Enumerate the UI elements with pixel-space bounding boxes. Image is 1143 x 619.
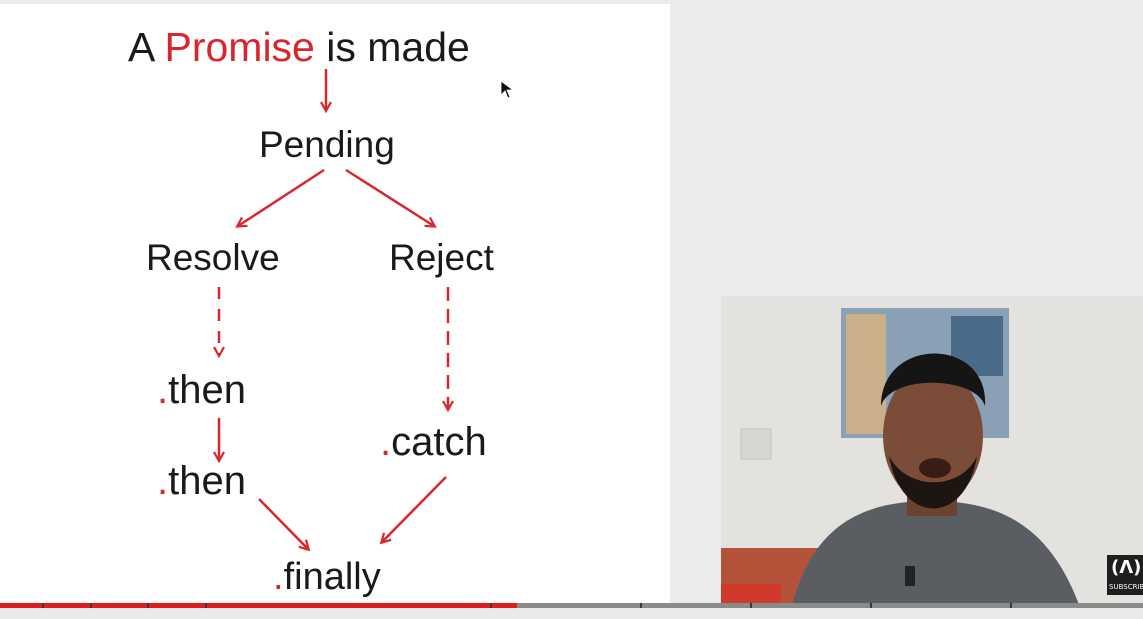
catch-node: .catch [380, 422, 487, 462]
finally-node: .finally [273, 558, 381, 596]
mouse-cursor-icon [500, 80, 515, 99]
then-2-label: then [168, 459, 246, 503]
subscribe-label: SUBSCRIBE [1109, 583, 1143, 591]
then-1-label: then [168, 368, 246, 412]
arrow-then-to-finally [258, 498, 308, 549]
then-node-1: .then [157, 370, 246, 410]
webcam-overlay [721, 296, 1143, 610]
catch-label: catch [391, 420, 487, 464]
presenter-video-icon [721, 296, 1143, 610]
pending-node: Pending [259, 124, 395, 165]
finally-label: finally [283, 556, 381, 598]
subscribe-badge[interactable]: (Λ) SUBSCRIBE [1107, 555, 1143, 595]
arrow-pending-to-resolve [238, 168, 325, 226]
finally-dot: . [273, 556, 284, 598]
then-2-dot: . [157, 459, 169, 503]
arrow-catch-to-finally [382, 476, 447, 542]
player-bottom-strip [0, 608, 1143, 619]
then-node-2: .then [157, 461, 246, 501]
slide-title: A Promise is made [128, 27, 470, 68]
reject-node: Reject [389, 237, 494, 278]
title-prefix: A [128, 24, 165, 70]
then-1-dot: . [157, 368, 169, 412]
brand-logo-icon: (Λ) [1111, 557, 1142, 578]
flow-arrows [0, 69, 670, 606]
resolve-node: Resolve [146, 237, 280, 278]
slide: A Promise is made Pending Resolve Reject… [0, 4, 670, 606]
arrow-pending-to-reject [345, 168, 434, 226]
title-suffix: is made [314, 24, 470, 70]
catch-dot: . [380, 420, 392, 464]
title-highlight: Promise [164, 24, 315, 70]
